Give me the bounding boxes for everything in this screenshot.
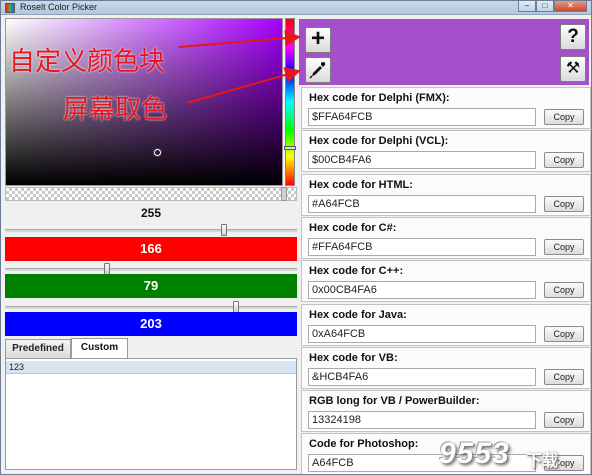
copy-button[interactable]: Copy	[544, 109, 584, 125]
annotation-screen-pick: 屏幕取色	[63, 95, 168, 125]
hue-slider[interactable]	[285, 18, 295, 186]
alpha-slider-thumb[interactable]	[221, 224, 227, 236]
green-value-bar: 79	[5, 274, 297, 298]
code-group: Hex code for C#: #FFA64FCB Copy	[301, 216, 591, 259]
copy-button[interactable]: Copy	[544, 152, 584, 169]
hue-slider-thumb[interactable]	[284, 146, 296, 150]
watermark-logo: 9553	[439, 437, 510, 470]
maximize-button[interactable]: □	[536, 1, 554, 12]
copy-button[interactable]: Copy	[544, 412, 584, 429]
eyedropper-icon	[309, 61, 326, 79]
picker-cursor[interactable]	[154, 149, 161, 156]
help-button[interactable]: ?	[560, 24, 586, 50]
red-slider-track[interactable]	[5, 268, 297, 271]
code-label: Hex code for C++:	[309, 265, 404, 278]
code-value-field[interactable]: $FFA64FCB	[308, 108, 536, 126]
copy-button[interactable]: Copy	[544, 195, 584, 212]
code-label: Hex code for C#:	[309, 221, 397, 234]
code-value-field[interactable]: #FFA64FCB	[308, 237, 536, 256]
code-group: Hex code for Java: 0xA64FCB Copy	[301, 303, 591, 346]
alpha-slider-track[interactable]	[5, 229, 297, 232]
blue-value-bar: 203	[5, 312, 297, 336]
add-custom-color-button[interactable]: +	[305, 27, 331, 53]
code-label: Hex code for HTML:	[309, 178, 413, 191]
screen-eyedropper-button[interactable]	[305, 57, 331, 83]
code-group: Hex code for HTML: #A64FCB Copy	[301, 173, 591, 216]
code-group: Hex code for Delphi (VCL): $00CB4FA6 Copy	[301, 130, 591, 173]
copy-button[interactable]: Copy	[544, 238, 584, 255]
annotation-custom-block: 自定义颜色块	[9, 47, 166, 77]
code-label: RGB long for VB / PowerBuilder:	[309, 395, 480, 408]
code-label: Hex code for VB:	[309, 351, 398, 364]
code-value-field[interactable]: $00CB4FA6	[308, 151, 536, 170]
alpha-value: 255	[140, 206, 162, 220]
red-value-bar: 166	[5, 237, 297, 261]
code-list: Hex code for Delphi (FMX): $FFA64FCB Copy H…	[301, 87, 591, 474]
copy-button[interactable]: Copy	[544, 368, 584, 385]
code-value-field[interactable]: 0x00CB4FA6	[308, 281, 536, 300]
title-bar[interactable]: Roselt Color Picker – □ ✕	[1, 1, 591, 15]
app-window: Roselt Color Picker – □ ✕ 255 166 79 203…	[0, 0, 592, 475]
custom-color-list[interactable]: 123	[5, 358, 297, 470]
green-slider-track[interactable]	[5, 306, 297, 309]
minimize-button[interactable]: –	[518, 1, 536, 12]
alpha-scroll-handle[interactable]	[281, 187, 287, 201]
color-preview	[299, 19, 589, 85]
code-group: RGB long for VB / PowerBuilder: 13324198 C…	[301, 390, 591, 433]
tab-custom[interactable]: Custom	[71, 338, 128, 358]
code-value-field[interactable]: 13324198	[308, 411, 536, 430]
code-group: Hex code for Delphi (FMX): $FFA64FCB Copy	[301, 87, 591, 129]
app-icon	[5, 3, 15, 13]
copy-button[interactable]: Copy	[544, 282, 584, 299]
watermark-logo-sub: 下载	[526, 453, 559, 470]
code-label: Hex code for Delphi (FMX):	[309, 92, 450, 104]
code-group: Hex code for VB: &HCB4FA6 Copy	[301, 346, 591, 389]
code-label: Hex code for Delphi (VCL):	[309, 135, 449, 148]
code-group: Hex code for C++: 0x00CB4FA6 Copy	[301, 260, 591, 303]
list-item[interactable]: 123	[6, 361, 296, 374]
code-value-field[interactable]: 0xA64FCB	[308, 324, 536, 343]
tab-predefined[interactable]: Predefined	[5, 339, 71, 358]
window-title: Roselt Color Picker	[20, 2, 98, 12]
code-label: Code for Photoshop:	[309, 438, 419, 451]
code-label: Hex code for Java:	[309, 308, 407, 321]
close-button[interactable]: ✕	[554, 1, 587, 12]
copy-button[interactable]: Copy	[544, 325, 584, 342]
alpha-checkerboard[interactable]	[5, 187, 297, 201]
tools-icon[interactable]: ⚒	[560, 56, 586, 82]
code-value-field[interactable]: #A64FCB	[308, 194, 536, 213]
code-value-field[interactable]: &HCB4FA6	[308, 367, 536, 386]
